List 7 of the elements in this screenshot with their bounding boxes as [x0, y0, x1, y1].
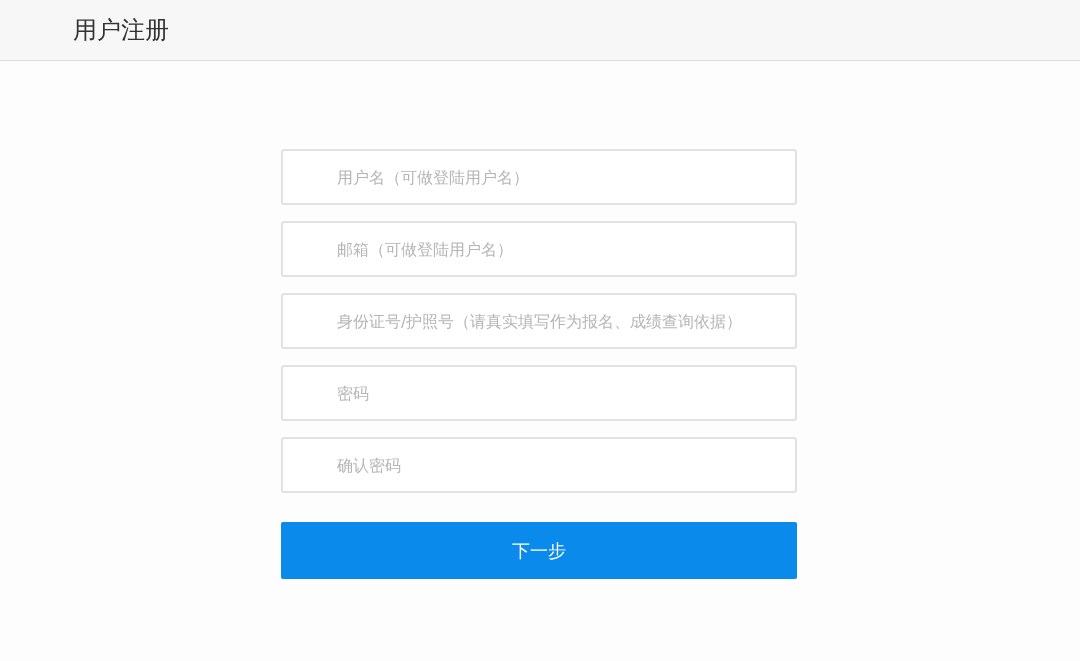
input-field[interactable]: 用户名（可做登陆用户名）	[281, 149, 797, 205]
input-field[interactable]: 确认密码	[281, 437, 797, 493]
input-field[interactable]: 邮箱（可做登陆用户名）	[281, 221, 797, 277]
page-title: 用户注册	[73, 15, 169, 46]
input-field[interactable]: 身份证号/护照号（请真实填写作为报名、成绩查询依据）	[281, 293, 797, 349]
next-button[interactable]: 下一步	[281, 522, 797, 579]
input-field[interactable]: 密码	[281, 365, 797, 421]
